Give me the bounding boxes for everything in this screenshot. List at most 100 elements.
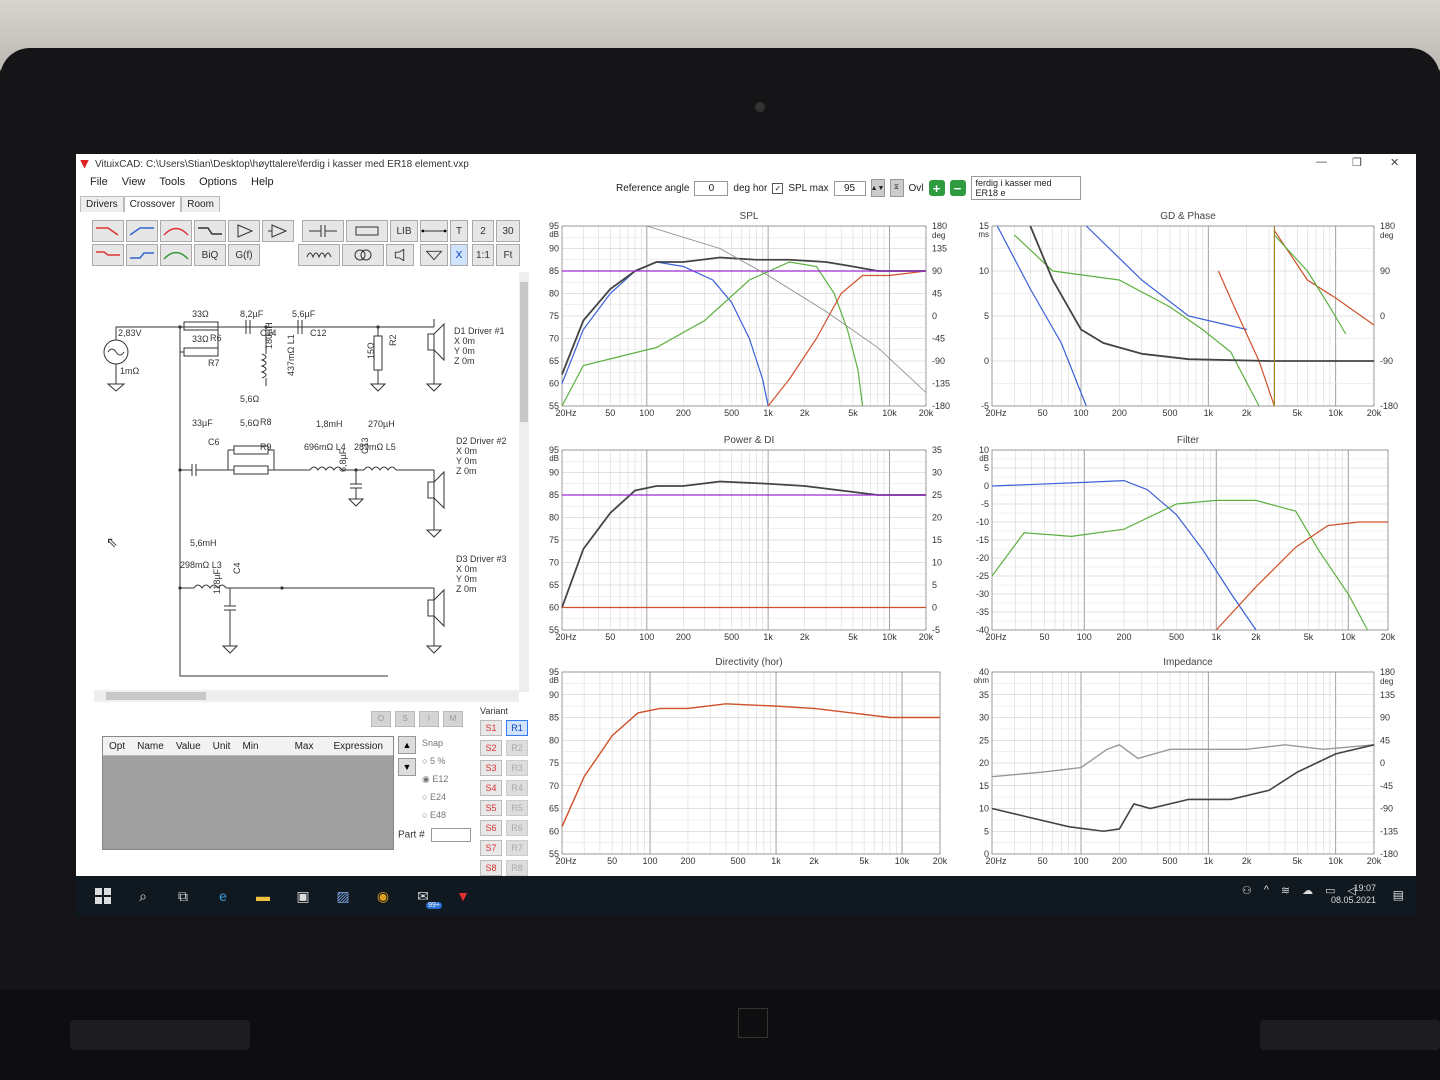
mode-m-button[interactable]: M: [443, 711, 463, 727]
wire-icon[interactable]: [420, 220, 448, 242]
col-max[interactable]: Max: [265, 741, 320, 752]
ground-icon[interactable]: [420, 244, 448, 266]
opamp-icon[interactable]: [262, 220, 294, 242]
snap-e48-radio[interactable]: ○ E48: [422, 806, 448, 824]
edge-browser-icon[interactable]: e: [210, 883, 236, 909]
menu-file[interactable]: File: [90, 176, 108, 192]
amplifier-icon[interactable]: [228, 220, 260, 242]
maximize-button[interactable]: ❐: [1352, 156, 1362, 169]
task-view-icon[interactable]: ⧉: [170, 883, 196, 909]
filter-panel[interactable]: Filter 10 5 0 -5 -10 -15 -20 -25 -30 -35 -40 dB 20Hz…: [968, 435, 1408, 648]
tab-crossover[interactable]: Crossover: [123, 196, 182, 212]
delete-tool-button[interactable]: X: [450, 244, 468, 266]
variant-s6-button[interactable]: S6: [480, 820, 502, 836]
impedance-panel[interactable]: Impedance 40 35 30 25 20 15 10 5 0 ohm 180 135 90 45 0…: [968, 657, 1408, 872]
bandpass-icon[interactable]: [160, 220, 192, 242]
wifi-icon[interactable]: ≋: [1281, 884, 1290, 897]
highpass-icon[interactable]: [126, 220, 158, 242]
spl-max-spinner[interactable]: ▲▼: [870, 179, 885, 197]
store-icon[interactable]: ▣: [290, 883, 316, 909]
biquad-button[interactable]: BiQ: [194, 244, 226, 266]
onedrive-icon[interactable]: ☁: [1302, 884, 1313, 897]
menu-options[interactable]: Options: [199, 176, 237, 192]
col-min[interactable]: Min: [236, 741, 264, 752]
transfer-function-button[interactable]: G(f): [228, 244, 260, 266]
library-button[interactable]: LIB: [390, 220, 418, 242]
snap-e24-radio[interactable]: ○ E24: [422, 788, 448, 806]
gd-phase-panel[interactable]: GD & Phase 15 10 5 0 -5 ms 180 90 0 -90 -180 deg 20H…: [968, 211, 1408, 424]
grid-size-button[interactable]: 2: [472, 220, 494, 242]
menu-view[interactable]: View: [122, 176, 146, 192]
shelf-filter-icon[interactable]: [194, 220, 226, 242]
variant-s2-button[interactable]: S2: [480, 740, 502, 756]
directivity-panel[interactable]: Directivity (hor) 95 90 85 80 75 70 65 60 55 dB 20…: [538, 657, 960, 872]
schematic-hscroll[interactable]: [94, 690, 519, 702]
col-opt[interactable]: Opt: [103, 741, 131, 752]
lowpass-icon[interactable]: [92, 220, 124, 242]
add-overlay-button[interactable]: +: [928, 180, 945, 196]
variant-r3-button[interactable]: R3: [506, 760, 528, 776]
grid-30-button[interactable]: 30: [496, 220, 520, 242]
inductor-icon[interactable]: [298, 244, 340, 266]
windows-button-icon[interactable]: [738, 1008, 768, 1038]
menu-tools[interactable]: Tools: [159, 176, 185, 192]
overlay-select[interactable]: ferdig i kasser med ER18 e: [970, 176, 1081, 200]
zoom-fit-button[interactable]: Ft: [496, 244, 520, 266]
snap-5pct-radio[interactable]: ○ 5 %: [422, 752, 448, 770]
variant-s7-button[interactable]: S7: [480, 840, 502, 856]
variant-s3-button[interactable]: S3: [480, 760, 502, 776]
variant-r4-button[interactable]: R4: [506, 780, 528, 796]
variant-r8-button[interactable]: R8: [506, 860, 528, 876]
tab-room[interactable]: Room: [181, 196, 220, 212]
transformer-icon[interactable]: [342, 244, 384, 266]
file-explorer-icon[interactable]: ▬: [250, 883, 276, 909]
snap-e12-radio[interactable]: ◉ E12: [422, 770, 448, 788]
vituixcad-taskbar-icon[interactable]: ▼: [450, 883, 476, 909]
notification-icon[interactable]: ▤: [1393, 888, 1404, 902]
move-up-icon[interactable]: ▲: [398, 736, 416, 754]
capacitor-icon[interactable]: [302, 220, 344, 242]
power-di-panel[interactable]: Power & DI 95 90 85 80 75 70 65 60 55 dB 35 30 25 20 1…: [538, 435, 960, 648]
minimize-button[interactable]: —: [1316, 156, 1327, 168]
variant-s4-button[interactable]: S4: [480, 780, 502, 796]
mail-icon[interactable]: ✉ 99+: [410, 883, 442, 909]
variant-s8-button[interactable]: S8: [480, 860, 502, 876]
variant-r6-button[interactable]: R6: [506, 820, 528, 836]
variant-s5-button[interactable]: S5: [480, 800, 502, 816]
chrome-icon[interactable]: ◉: [370, 883, 396, 909]
spl-max-checkbox[interactable]: ✓: [772, 182, 784, 194]
variant-r5-button[interactable]: R5: [506, 800, 528, 816]
windows-start-icon[interactable]: [90, 883, 116, 909]
col-expression[interactable]: Expression: [319, 741, 388, 752]
schematic-vscroll[interactable]: [519, 272, 529, 692]
zoom-1-1-button[interactable]: 1:1: [472, 244, 494, 266]
hscroll-thumb[interactable]: [106, 692, 206, 700]
col-value[interactable]: Value: [170, 741, 207, 752]
photos-icon[interactable]: ▨: [330, 883, 356, 909]
spl-panel[interactable]: SPL 95 90 85 80 75 70 65 60 55 dB 180 135 90 45 0 -45 -9…: [538, 211, 960, 424]
parameter-table[interactable]: Opt Name Value Unit Min Max Expression: [102, 736, 394, 850]
search-icon[interactable]: ⌕: [130, 883, 156, 909]
vscroll-thumb[interactable]: [520, 282, 528, 422]
remove-overlay-button[interactable]: −: [949, 180, 966, 196]
close-button[interactable]: ✕: [1390, 156, 1399, 169]
part-number-input[interactable]: [431, 828, 472, 842]
mode-i-button[interactable]: I: [419, 711, 439, 727]
mode-s-button[interactable]: S: [395, 711, 415, 727]
move-down-icon[interactable]: ▼: [398, 758, 416, 776]
bandpass-alt-icon[interactable]: [160, 244, 192, 266]
col-unit[interactable]: Unit: [207, 741, 237, 752]
variant-r1-button[interactable]: R1: [506, 720, 528, 736]
ref-angle-input[interactable]: 0: [694, 180, 729, 196]
highpass-alt-icon[interactable]: [126, 244, 158, 266]
variant-r2-button[interactable]: R2: [506, 740, 528, 756]
resistor-icon[interactable]: [346, 220, 388, 242]
col-name[interactable]: Name: [131, 741, 170, 752]
chevron-up-icon[interactable]: ^: [1264, 884, 1269, 897]
lowpass-alt-icon[interactable]: [92, 244, 124, 266]
spl-max-input[interactable]: 95: [833, 180, 866, 196]
zoom-fit-icon[interactable]: ⧖: [889, 179, 904, 197]
tab-drivers[interactable]: Drivers: [80, 196, 124, 212]
text-tool-button[interactable]: T: [450, 220, 468, 242]
variant-s1-button[interactable]: S1: [480, 720, 502, 736]
